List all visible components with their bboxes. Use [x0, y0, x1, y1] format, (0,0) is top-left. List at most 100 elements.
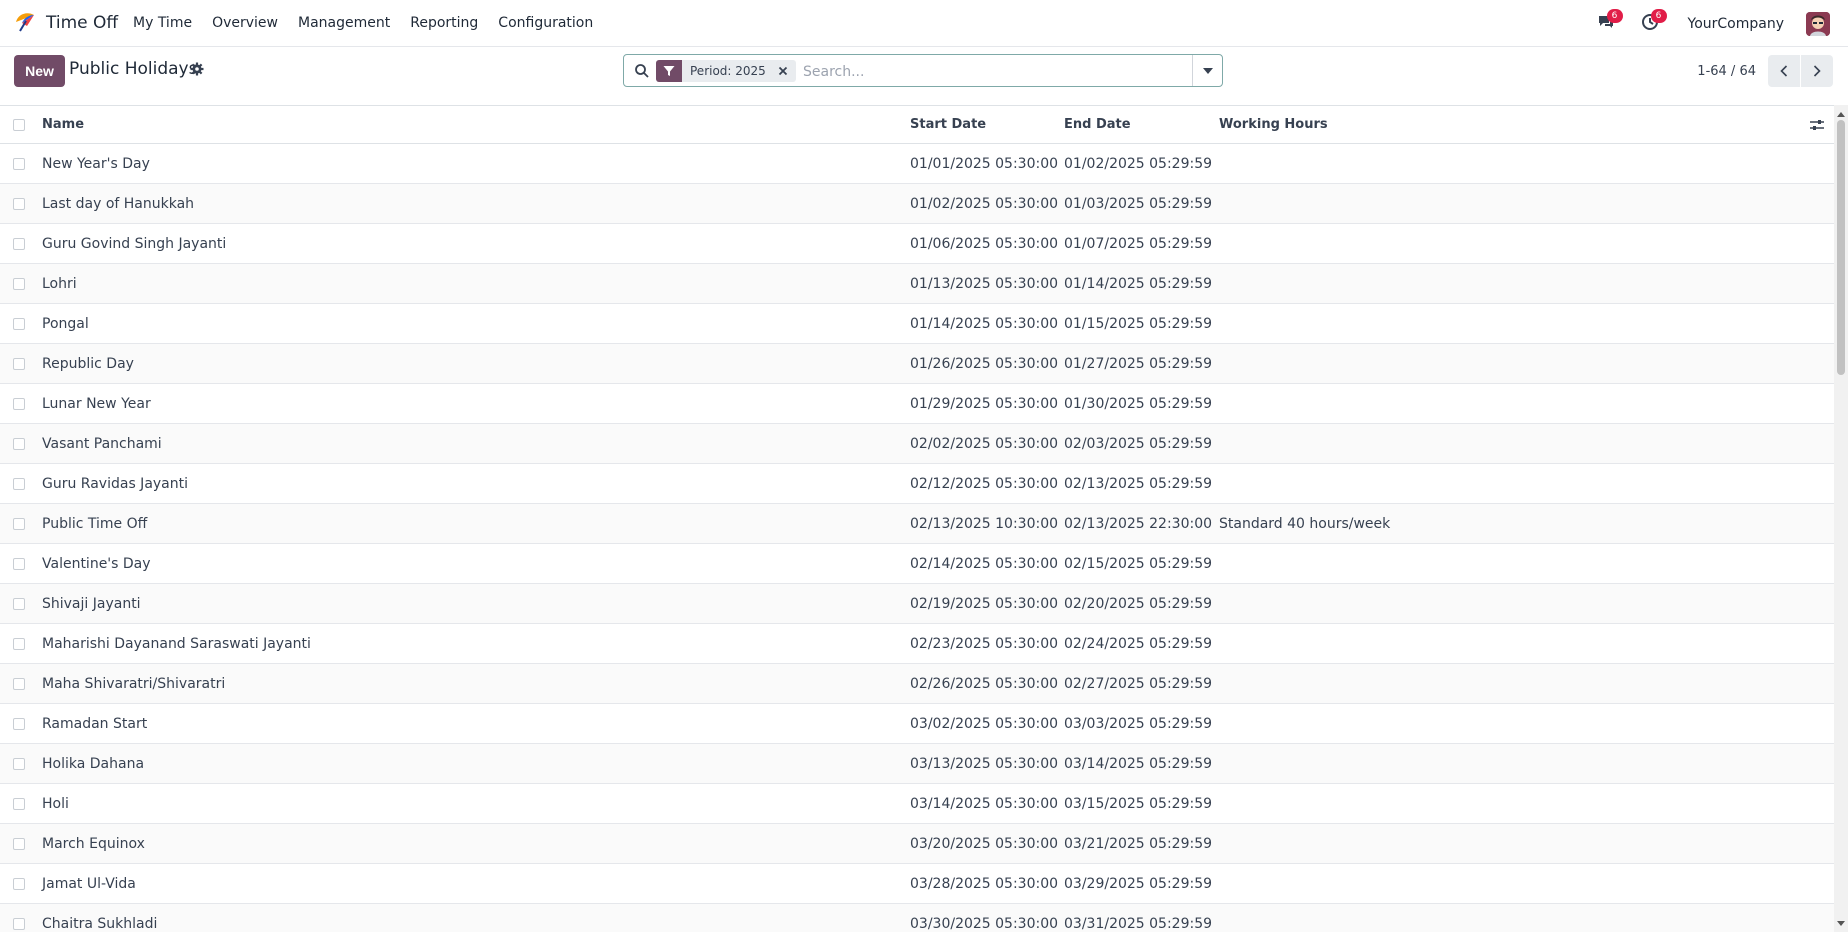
- scroll-down-icon[interactable]: [1836, 918, 1846, 928]
- table-row[interactable]: Maharishi Dayanand Saraswati Jayanti 02/2…: [0, 624, 1834, 664]
- table-row[interactable]: Vasant Panchami 02/02/2025 05:30:00 02/03/…: [0, 424, 1834, 464]
- column-header-name[interactable]: Name: [42, 106, 84, 143]
- row-checkbox-cell[interactable]: [13, 904, 27, 932]
- caret-down-icon[interactable]: [1192, 55, 1222, 86]
- row-checkbox[interactable]: [13, 717, 25, 730]
- table-row[interactable]: Holi 03/14/2025 05:30:00 03/15/2025 05:29:…: [0, 784, 1834, 824]
- row-checkbox[interactable]: [13, 837, 25, 850]
- new-button[interactable]: New: [14, 55, 65, 87]
- app-brand[interactable]: Time Off: [14, 11, 118, 35]
- cell-end-date: 02/15/2025 05:29:59: [1064, 555, 1213, 572]
- row-checkbox-cell[interactable]: [13, 744, 27, 783]
- row-checkbox[interactable]: [13, 637, 25, 650]
- row-checkbox[interactable]: [13, 317, 25, 330]
- table-row[interactable]: Lohri 01/13/2025 05:30:00 01/14/2025 05:29…: [0, 264, 1834, 304]
- column-header-start-date[interactable]: Start Date: [910, 106, 986, 143]
- table-row[interactable]: Shivaji Jayanti 02/19/2025 05:30:00 02/20/…: [0, 584, 1834, 624]
- table-row[interactable]: Jamat Ul-Vida 03/28/2025 05:30:00 03/29/20…: [0, 864, 1834, 904]
- table-row[interactable]: Valentine's Day 02/14/2025 05:30:00 02/15/…: [0, 544, 1834, 584]
- chevron-left-icon[interactable]: [1768, 55, 1800, 87]
- table-row[interactable]: Maha Shivaratri/Shivaratri 02/26/2025 05:…: [0, 664, 1834, 704]
- row-checkbox[interactable]: [13, 157, 25, 170]
- row-checkbox[interactable]: [13, 477, 25, 490]
- messages-button[interactable]: 6: [1594, 8, 1623, 36]
- cell-name: Chaitra Sukhladi: [42, 915, 158, 932]
- table-row[interactable]: Ramadan Start 03/02/2025 05:30:00 03/03/20…: [0, 704, 1834, 744]
- row-checkbox[interactable]: [13, 237, 25, 250]
- row-checkbox[interactable]: [13, 877, 25, 890]
- table-row[interactable]: March Equinox 03/20/2025 05:30:00 03/21/20…: [0, 824, 1834, 864]
- cell-name: Guru Ravidas Jayanti: [42, 475, 189, 492]
- table-row[interactable]: Guru Ravidas Jayanti 02/12/2025 05:30:00 0…: [0, 464, 1834, 504]
- select-all-checkbox-cell[interactable]: [13, 106, 27, 143]
- row-checkbox-cell[interactable]: [13, 464, 27, 503]
- pager-value[interactable]: 1-64 / 64: [1697, 64, 1756, 79]
- row-checkbox[interactable]: [13, 557, 25, 570]
- row-checkbox-cell[interactable]: [13, 264, 27, 303]
- row-checkbox-cell[interactable]: [13, 664, 27, 703]
- row-checkbox[interactable]: [13, 917, 25, 930]
- scroll-thumb[interactable]: [1837, 120, 1845, 375]
- row-checkbox-cell[interactable]: [13, 344, 27, 383]
- row-checkbox[interactable]: [13, 517, 25, 530]
- menu-reporting[interactable]: Reporting: [400, 0, 488, 47]
- select-all-checkbox[interactable]: [13, 118, 25, 131]
- user-avatar[interactable]: [1806, 11, 1830, 36]
- menu-my-time[interactable]: My Time: [123, 0, 202, 47]
- scroll-up-icon[interactable]: [1836, 109, 1846, 119]
- table-row[interactable]: Holika Dahana 03/13/2025 05:30:00 03/14/20…: [0, 744, 1834, 784]
- cell-end-date: 02/13/2025 22:30:00: [1064, 515, 1213, 532]
- row-checkbox-cell[interactable]: [13, 544, 27, 583]
- cell-start-date: 01/29/2025 05:30:00: [910, 395, 1059, 412]
- activities-button[interactable]: 6: [1638, 8, 1667, 36]
- row-checkbox-cell[interactable]: [13, 624, 27, 663]
- table-row[interactable]: Chaitra Sukhladi 03/30/2025 05:30:00 03/31…: [0, 904, 1834, 932]
- column-header-working-hours[interactable]: Working Hours: [1219, 106, 1328, 143]
- gear-icon[interactable]: [190, 62, 204, 76]
- row-checkbox-cell[interactable]: [13, 184, 27, 223]
- row-checkbox-cell[interactable]: [13, 224, 27, 263]
- list-scrollbar[interactable]: [1834, 105, 1848, 932]
- row-checkbox-cell[interactable]: [13, 704, 27, 743]
- company-switcher[interactable]: YourCompany: [1688, 16, 1785, 32]
- column-header-end-date[interactable]: End Date: [1064, 106, 1131, 143]
- row-checkbox[interactable]: [13, 437, 25, 450]
- menu-configuration[interactable]: Configuration: [488, 0, 603, 47]
- row-checkbox-cell[interactable]: [13, 784, 27, 823]
- row-checkbox[interactable]: [13, 397, 25, 410]
- menu-overview[interactable]: Overview: [202, 0, 288, 47]
- table-row[interactable]: Republic Day 01/26/2025 05:30:00 01/27/202…: [0, 344, 1834, 384]
- row-checkbox[interactable]: [13, 597, 25, 610]
- chevron-right-icon[interactable]: [1801, 55, 1833, 87]
- table-row[interactable]: Public Time Off 02/13/2025 10:30:00 02/13/…: [0, 504, 1834, 544]
- row-checkbox[interactable]: [13, 197, 25, 210]
- messages-count-badge: 6: [1606, 8, 1623, 23]
- cell-start-date: 02/19/2025 05:30:00: [910, 595, 1059, 612]
- menu-management[interactable]: Management: [288, 0, 400, 47]
- sliders-icon[interactable]: [1810, 106, 1824, 143]
- row-checkbox-cell[interactable]: [13, 384, 27, 423]
- table-row[interactable]: Last day of Hanukkah 01/02/2025 05:30:00 0…: [0, 184, 1834, 224]
- close-icon[interactable]: [774, 60, 792, 82]
- row-checkbox-cell[interactable]: [13, 304, 27, 343]
- row-checkbox[interactable]: [13, 357, 25, 370]
- table-row[interactable]: Lunar New Year 01/29/2025 05:30:00 01/30/2…: [0, 384, 1834, 424]
- cell-name: Shivaji Jayanti: [42, 595, 141, 612]
- table-row[interactable]: Pongal 01/14/2025 05:30:00 01/15/2025 05:2…: [0, 304, 1834, 344]
- row-checkbox-cell[interactable]: [13, 864, 27, 903]
- row-checkbox-cell[interactable]: [13, 504, 27, 543]
- row-checkbox[interactable]: [13, 277, 25, 290]
- table-row[interactable]: Guru Govind Singh Jayanti 01/06/2025 05:3…: [0, 224, 1834, 264]
- search-icon[interactable]: [634, 63, 650, 79]
- cell-end-date: 02/20/2025 05:29:59: [1064, 595, 1213, 612]
- row-checkbox-cell[interactable]: [13, 424, 27, 463]
- table-row[interactable]: New Year's Day 01/01/2025 05:30:00 01/02/2…: [0, 144, 1834, 184]
- cell-end-date: 02/03/2025 05:29:59: [1064, 435, 1213, 452]
- row-checkbox[interactable]: [13, 677, 25, 690]
- row-checkbox-cell[interactable]: [13, 584, 27, 623]
- row-checkbox[interactable]: [13, 757, 25, 770]
- row-checkbox-cell[interactable]: [13, 824, 27, 863]
- row-checkbox[interactable]: [13, 797, 25, 810]
- row-checkbox-cell[interactable]: [13, 144, 27, 183]
- search-input[interactable]: [801, 59, 1205, 85]
